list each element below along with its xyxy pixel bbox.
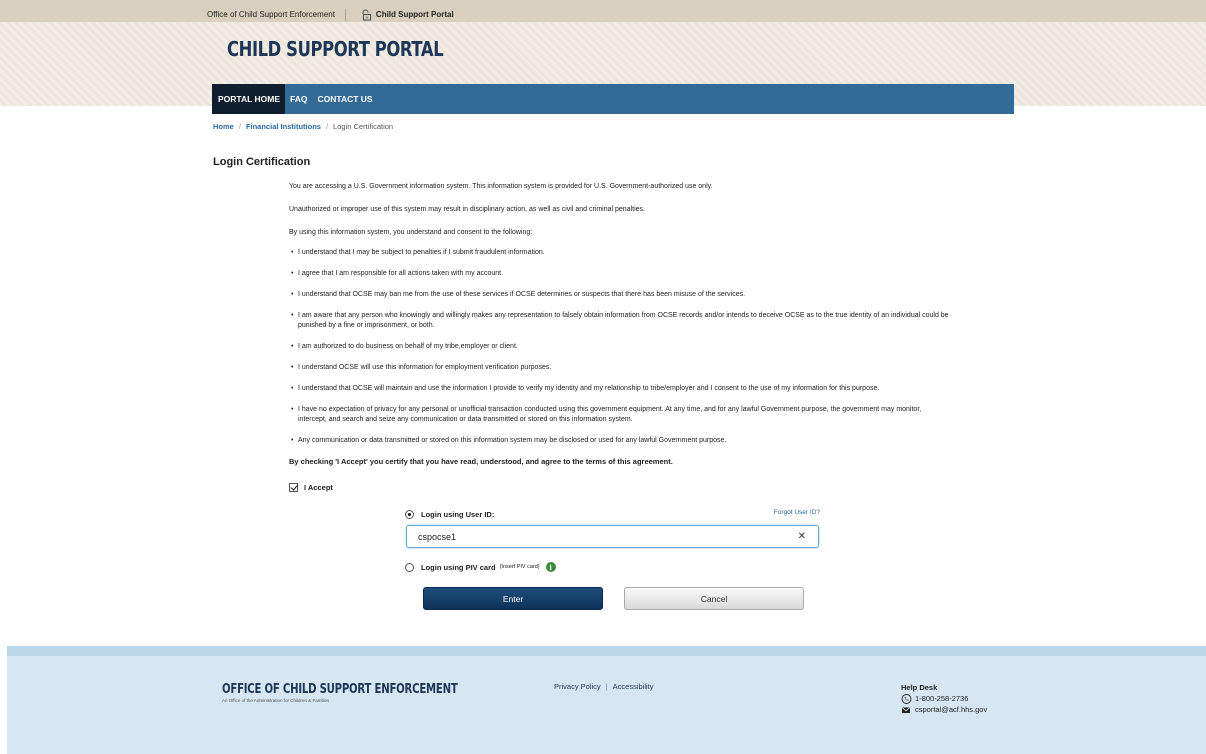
mail-icon — [901, 705, 912, 715]
helpdesk-phone: 1-800-258-2736 — [901, 693, 987, 704]
breadcrumb-home[interactable]: Home — [213, 122, 234, 131]
accessibility-link[interactable]: Accessibility — [613, 682, 654, 691]
site-title: CHILD SUPPORT PORTAL — [227, 37, 444, 61]
piv-option[interactable]: Login using PIV card (Insert PIV card) i — [405, 561, 556, 573]
helpdesk-email: csportal@acf.hhs.gov — [901, 704, 987, 715]
portal-link-label: Child Support Portal — [375, 10, 454, 19]
info-icon[interactable]: i — [545, 562, 556, 572]
breadcrumb-separator: / — [325, 122, 329, 131]
terms-item: I am aware that any person who knowingly… — [289, 311, 949, 331]
footer-link-separator: | — [605, 682, 608, 691]
userid-option[interactable]: Login using User ID: — [405, 508, 820, 520]
helpdesk-email-link[interactable]: csportal@acf.hhs.gov — [915, 704, 987, 715]
terms-item: I understand that OCSE will maintain and… — [289, 384, 949, 394]
cancel-button[interactable]: Cancel — [624, 587, 804, 610]
agreement-statement: By checking 'I Accept' you certify that … — [289, 457, 673, 466]
footer-logo[interactable]: OFFICE OF CHILD SUPPORT ENFORCEMENT An O… — [222, 682, 524, 703]
nav-item-faq[interactable]: FAQ — [285, 84, 312, 114]
terms-item: I understand OCSE will use this informat… — [289, 363, 949, 373]
intro-paragraph: You are accessing a U.S. Government info… — [289, 183, 713, 190]
terms-item: Any communication or data transmitted or… — [289, 436, 949, 446]
certification-text: You are accessing a U.S. Government info… — [289, 182, 949, 480]
footer-links: Privacy Policy | Accessibility — [554, 682, 653, 691]
helpdesk-phone-number: 1-800-258-2736 — [915, 694, 969, 703]
accept-checkbox-row[interactable]: I Accept — [289, 483, 333, 492]
piv-radio[interactable] — [405, 562, 414, 572]
breadcrumb-financial-institutions[interactable]: Financial Institutions — [246, 122, 321, 131]
terms-item: I agree that I am responsible for all ac… — [289, 269, 949, 279]
userid-input[interactable] — [407, 526, 777, 547]
footer-band — [7, 646, 1206, 656]
helpdesk: Help Desk 1-800-258-2736 csportal@acf.hh… — [901, 682, 987, 715]
userid-radio[interactable] — [405, 509, 414, 519]
userid-field-wrapper: ✕ — [406, 525, 819, 548]
top-strip — [0, 0, 1206, 22]
page-title: Login Certification — [213, 156, 311, 168]
terms-item: I understand that I may be subject to pe… — [289, 248, 949, 258]
portal-link[interactable]: Child Support Portal — [360, 8, 454, 21]
userid-label: Login using User ID: — [421, 509, 495, 519]
footer-logo-title: OFFICE OF CHILD SUPPORT ENFORCEMENT — [222, 682, 458, 697]
agency-link[interactable]: Office of Child Support Enforcement — [207, 10, 335, 19]
piv-label: Login using PIV card — [421, 562, 496, 572]
piv-hint: (Insert PIV card) — [499, 564, 540, 570]
intro-paragraph: By using this information system, you un… — [289, 229, 533, 236]
privacy-policy-link[interactable]: Privacy Policy — [554, 682, 601, 691]
phone-icon — [901, 693, 912, 704]
accept-label: I Accept — [304, 483, 333, 492]
terms-item: I am authorized to do business on behalf… — [289, 342, 949, 352]
footer — [7, 646, 1206, 754]
agency-bar: Office of Child Support Enforcement Chil… — [207, 7, 454, 22]
helpdesk-title: Help Desk — [901, 683, 938, 692]
login-form: Login using User ID: Forgot User ID? ✕ L… — [405, 508, 820, 572]
terms-item: I understand that OCSE may ban me from t… — [289, 290, 949, 300]
breadcrumb: Home / Financial Institutions / Login Certif… — [213, 122, 393, 131]
nav-item-contact-us[interactable]: CONTACT US — [313, 84, 378, 114]
enter-button[interactable]: Enter — [423, 587, 603, 610]
nav-item-portal-home[interactable]: PORTAL HOME — [212, 84, 286, 114]
divider — [344, 8, 346, 21]
forgot-userid-link[interactable]: Forgot User ID? — [774, 509, 820, 516]
accept-checkbox[interactable] — [289, 483, 298, 492]
breadcrumb-separator: / — [238, 122, 241, 131]
lock-icon — [360, 8, 372, 21]
breadcrumb-current: Login Certification — [333, 122, 394, 131]
main-nav: PORTAL HOME FAQ CONTACT US — [212, 84, 1014, 114]
terms-item: I have no expectation of privacy for any… — [289, 405, 949, 425]
terms-list: I understand that I may be subject to pe… — [289, 248, 949, 446]
intro-paragraph: Unauthorized or improper use of this sys… — [289, 206, 645, 213]
clear-icon[interactable]: ✕ — [798, 531, 806, 542]
footer-logo-tagline: An Office of the Administration for Chil… — [222, 698, 330, 703]
